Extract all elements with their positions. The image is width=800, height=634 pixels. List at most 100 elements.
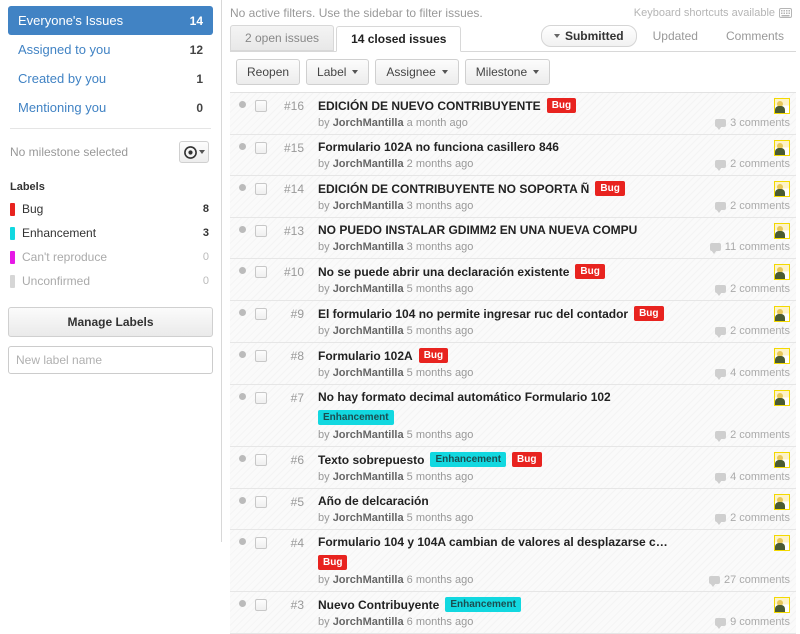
issue-comment-count[interactable]: 2 comments: [715, 158, 790, 171]
issue-title-link[interactable]: No hay formato decimal automático Formul…: [318, 390, 611, 404]
issue-row[interactable]: #9 El formulario 104 no permite ingresar …: [230, 301, 796, 343]
issue-select-cell[interactable]: [250, 597, 272, 628]
issue-author[interactable]: JorchMantilla: [333, 512, 404, 524]
issue-row[interactable]: #6 Texto sobrepuesto Enhancement Bug by Jorc…: [230, 447, 796, 489]
issue-title-link[interactable]: No se puede abrir una declaración existe…: [318, 265, 569, 279]
filter-item[interactable]: Created by you 1: [8, 64, 213, 93]
issue-select-cell[interactable]: [250, 223, 272, 253]
issue-title-link[interactable]: Texto sobrepuesto: [318, 453, 424, 467]
avatar[interactable]: [774, 348, 790, 364]
filter-item[interactable]: Everyone's Issues 14: [8, 6, 213, 35]
issue-title-link[interactable]: EDICIÓN DE CONTRIBUYENTE NO SOPORTA Ñ: [318, 182, 589, 196]
avatar[interactable]: [774, 306, 790, 322]
bulk-action-button[interactable]: Assignee: [375, 59, 459, 85]
issue-comment-count[interactable]: 2 comments: [715, 325, 790, 338]
label-item[interactable]: Enhancement 3: [8, 221, 213, 245]
milestone-menu-button[interactable]: [179, 141, 209, 163]
sort-option[interactable]: Submitted: [540, 25, 637, 47]
issue-title-link[interactable]: NO PUEDO INSTALAR GDIMM2 EN UNA NUEVA CO…: [318, 223, 637, 237]
issue-author[interactable]: JorchMantilla: [333, 283, 404, 295]
issue-comment-count[interactable]: 2 comments: [715, 283, 790, 296]
issue-select-cell[interactable]: [250, 390, 272, 441]
issue-label-badge[interactable]: Bug: [595, 181, 625, 196]
issue-label-badge[interactable]: Bug: [546, 98, 577, 113]
issue-select-cell[interactable]: [250, 348, 272, 379]
issue-checkbox[interactable]: [255, 142, 267, 154]
keyboard-shortcuts-note[interactable]: Keyboard shortcuts available: [634, 7, 792, 19]
issue-label-badge[interactable]: Bug: [318, 555, 348, 570]
issue-author[interactable]: JorchMantilla: [333, 367, 404, 379]
issue-title-link[interactable]: El formulario 104 no permite ingresar ru…: [318, 307, 628, 321]
issue-row[interactable]: #13 NO PUEDO INSTALAR GDIMM2 EN UNA NUEVA…: [230, 218, 796, 259]
issue-checkbox[interactable]: [255, 496, 267, 508]
issue-checkbox[interactable]: [255, 183, 267, 195]
avatar[interactable]: [774, 181, 790, 197]
issue-select-cell[interactable]: [250, 98, 272, 129]
issue-label-badge[interactable]: Enhancement: [430, 452, 507, 467]
issue-checkbox[interactable]: [255, 266, 267, 278]
issue-checkbox[interactable]: [255, 537, 267, 549]
issue-title-link[interactable]: Año de delcaración: [318, 494, 429, 508]
issue-row[interactable]: #14 EDICIÓN DE CONTRIBUYENTE NO SOPORTA Ñ…: [230, 176, 796, 218]
issue-checkbox[interactable]: [255, 599, 267, 611]
issue-author[interactable]: JorchMantilla: [333, 241, 404, 253]
issue-label-badge[interactable]: Bug: [512, 452, 542, 467]
issue-comment-count[interactable]: 11 comments: [709, 241, 790, 254]
filter-item[interactable]: Assigned to you 12: [8, 35, 213, 64]
issue-comment-count[interactable]: 4 comments: [715, 471, 790, 484]
avatar[interactable]: [774, 390, 790, 406]
issue-comment-count[interactable]: 2 comments: [715, 429, 790, 442]
avatar[interactable]: [774, 264, 790, 280]
issue-author[interactable]: JorchMantilla: [333, 429, 404, 441]
issue-checkbox[interactable]: [255, 308, 267, 320]
issue-select-cell[interactable]: [250, 452, 272, 483]
issue-label-badge[interactable]: Enhancement: [445, 597, 521, 612]
issue-checkbox[interactable]: [255, 392, 267, 404]
issue-checkbox[interactable]: [255, 350, 267, 362]
issue-row[interactable]: #8 Formulario 102A Bug by JorchMantilla 5 m…: [230, 343, 796, 385]
bulk-action-button[interactable]: Reopen: [236, 59, 301, 85]
issue-comment-count[interactable]: 3 comments: [715, 117, 790, 130]
issue-label-badge[interactable]: Bug: [418, 348, 449, 363]
issue-select-cell[interactable]: [250, 181, 272, 212]
issue-author[interactable]: JorchMantilla: [333, 117, 404, 129]
issue-select-cell[interactable]: [250, 140, 272, 170]
issue-comment-count[interactable]: 2 comments: [715, 200, 790, 213]
issue-author[interactable]: JorchMantilla: [333, 158, 404, 170]
issue-state-tab[interactable]: 2 open issues: [230, 25, 335, 51]
issue-select-cell[interactable]: [250, 264, 272, 295]
issue-title-link[interactable]: Formulario 102A no funciona casillero 84…: [318, 140, 559, 154]
issue-row[interactable]: #16 EDICIÓN DE NUEVO CONTRIBUYENTE Bug by J…: [230, 93, 796, 135]
sort-option[interactable]: Comments: [714, 26, 796, 46]
issue-label-badge[interactable]: Enhancement: [318, 410, 394, 425]
issue-author[interactable]: JorchMantilla: [333, 325, 404, 337]
issue-row[interactable]: #3 Nuevo Contribuyente Enhancement by Jorch…: [230, 592, 796, 634]
issue-row[interactable]: #4 Formulario 104 y 104A cambian de valor…: [230, 530, 796, 592]
bulk-action-button[interactable]: Milestone: [464, 59, 551, 85]
sort-option[interactable]: Updated: [641, 26, 710, 46]
issue-comment-count[interactable]: 4 comments: [715, 367, 790, 380]
issue-select-cell[interactable]: [250, 306, 272, 337]
issue-row[interactable]: #10 No se puede abrir una declaración exi…: [230, 259, 796, 301]
issue-author[interactable]: JorchMantilla: [333, 471, 404, 483]
avatar[interactable]: [774, 452, 790, 468]
avatar[interactable]: [774, 140, 790, 156]
label-item[interactable]: Can't reproduce 0: [8, 245, 213, 269]
issue-author[interactable]: JorchMantilla: [333, 574, 404, 586]
issue-label-badge[interactable]: Bug: [575, 264, 605, 279]
issue-row[interactable]: #7 No hay formato decimal automático Form…: [230, 385, 796, 447]
issue-author[interactable]: JorchMantilla: [333, 200, 404, 212]
issue-checkbox[interactable]: [255, 100, 267, 112]
issue-comment-count[interactable]: 9 comments: [715, 616, 790, 629]
issue-title-link[interactable]: Formulario 104 y 104A cambian de valores…: [318, 535, 672, 549]
issue-author[interactable]: JorchMantilla: [333, 616, 404, 628]
issue-label-badge[interactable]: Bug: [634, 306, 664, 321]
issue-title-link[interactable]: Formulario 102A: [318, 349, 413, 363]
issue-checkbox[interactable]: [255, 454, 267, 466]
issue-state-tab[interactable]: 14 closed issues: [336, 26, 462, 52]
avatar[interactable]: [774, 98, 790, 114]
issue-row[interactable]: #15 Formulario 102A no funciona casillero…: [230, 135, 796, 176]
avatar[interactable]: [774, 535, 790, 551]
issue-title-link[interactable]: Nuevo Contribuyente: [318, 598, 439, 612]
label-item[interactable]: Bug 8: [8, 197, 213, 221]
